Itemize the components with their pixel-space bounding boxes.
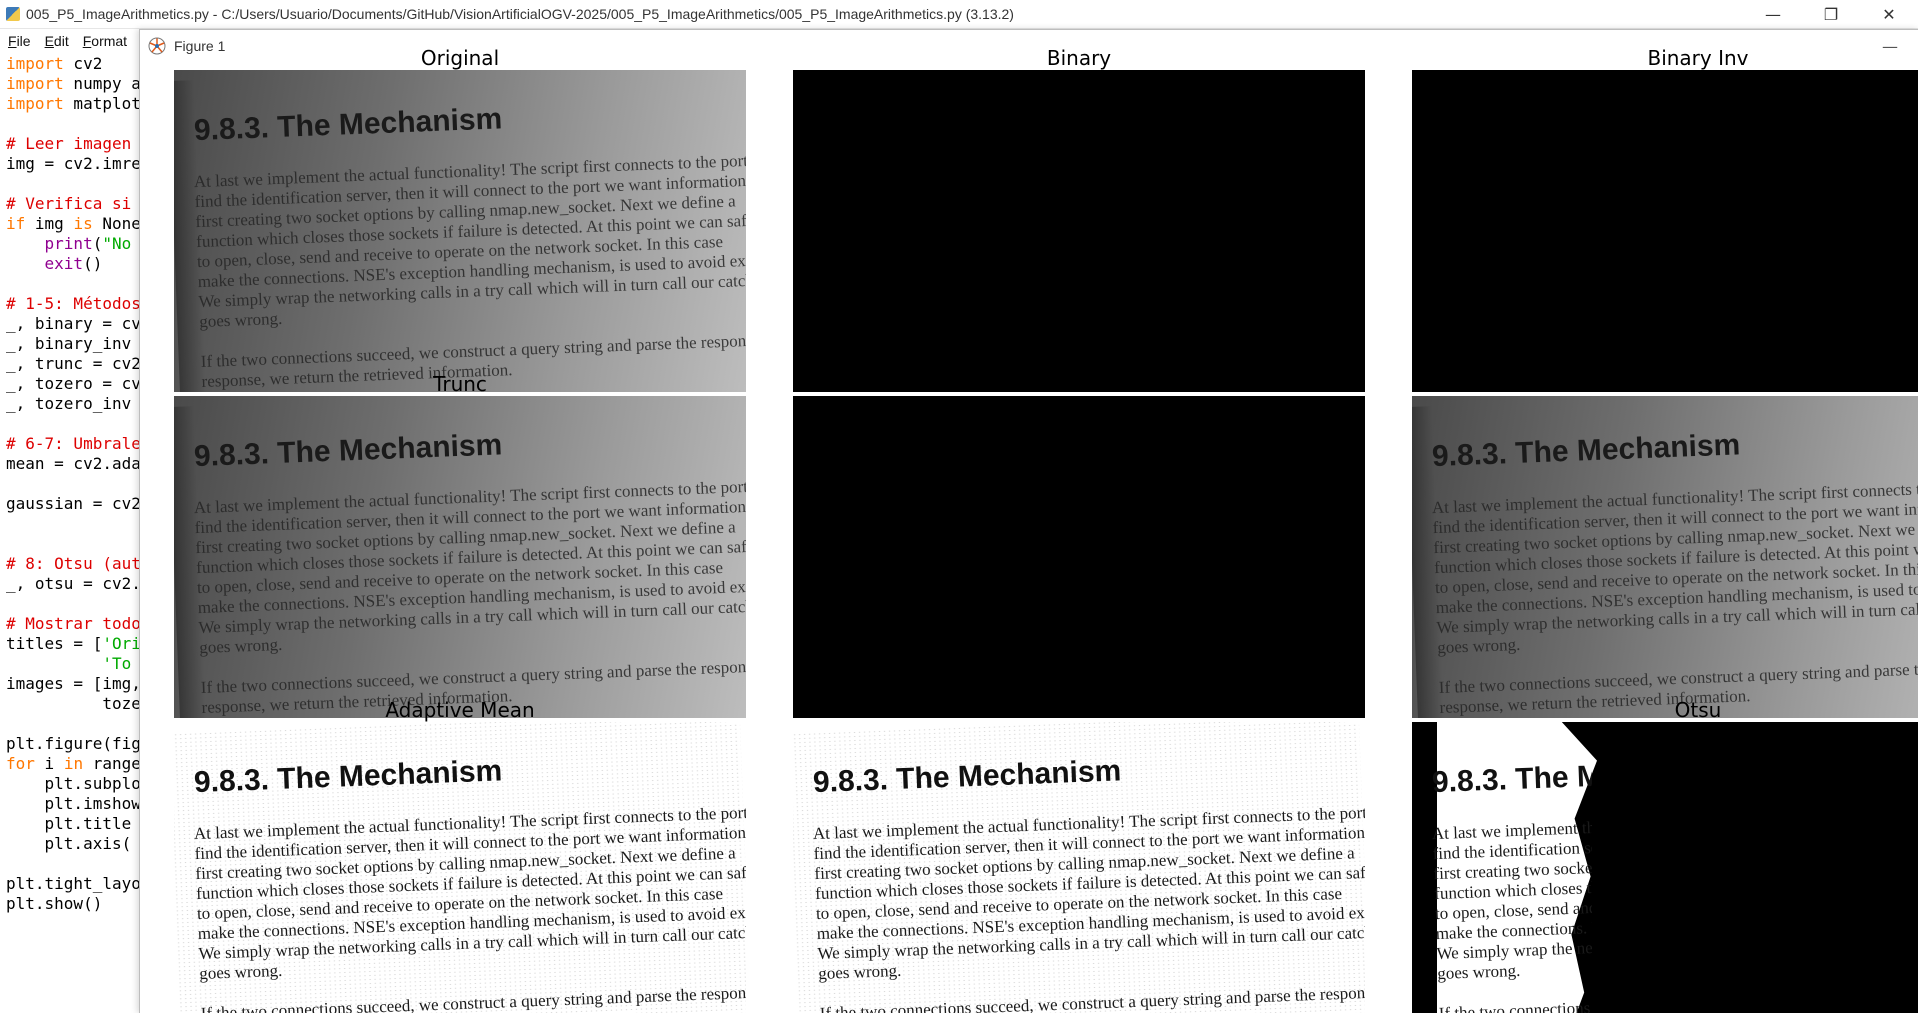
code-line: # 1-5: Métodos: [6, 294, 140, 313]
page-body-text: At last we implement the actual function…: [1432, 800, 1592, 1013]
page-text-block: 9.8.3. The Mechanism At last we implement…: [174, 70, 746, 392]
code-line: titles = ['Ori: [6, 634, 140, 653]
subplot-image: [793, 70, 1365, 392]
code-line: _, tozero = cv: [6, 374, 140, 393]
page-content: 9.8.3. The Mechanism At last we implement…: [1412, 396, 1918, 718]
subplot-image: [1412, 70, 1918, 392]
code-line: mean = cv2.ada: [6, 454, 140, 473]
subplot-image: 9.8.3. The Mechanism At last we implement…: [174, 70, 746, 392]
page-image: [793, 70, 1365, 392]
page-body-text: At last we implement the actual function…: [194, 474, 746, 718]
code-editor[interactable]: import cv2 import numpy a import matplot…: [0, 54, 140, 1012]
subplot-image: 9.8.3. The Mechanism At last we implement…: [174, 722, 746, 1013]
subplot-image: [793, 396, 1365, 718]
page-text-block: 9.8.3. The Mechanism At last we implement…: [174, 722, 746, 1013]
figure-window: Figure 1 — 9.8.3. The Mechanism At last w…: [139, 29, 1918, 1013]
code-line: # Mostrar todo: [6, 614, 140, 633]
threshold-noise: [174, 722, 746, 1013]
code-line: img = cv2.imre: [6, 154, 140, 173]
page-image: 9.8.3. The Mechanism At last we implement…: [174, 396, 746, 718]
page-body-text: At last we implement the actual function…: [194, 148, 746, 392]
subplot-title: Original: [420, 46, 500, 70]
minimize-button[interactable]: —: [1744, 0, 1802, 28]
subplot-title: Binary: [1046, 46, 1112, 70]
window-controls: — ❐ ✕: [1744, 0, 1918, 28]
page-heading: 9.8.3. The Mechanism: [1431, 754, 1592, 800]
code-line: plt.imshow: [6, 794, 140, 813]
subplot-title: Trunc: [433, 372, 487, 396]
code-line: _, binary_inv: [6, 334, 132, 353]
matplotlib-icon: [148, 37, 166, 55]
python-icon: [6, 7, 20, 21]
page-image: [793, 396, 1365, 718]
code-line: for i in range: [6, 754, 140, 773]
code-line: plt.axis(: [6, 834, 132, 853]
page-heading: 9.8.3. The Mechanism: [193, 102, 503, 148]
subplot-title: Binary Inv: [1647, 46, 1749, 70]
subplot-image: 9.8.3. The Mechanism At last we implement…: [793, 722, 1365, 1013]
page-text-block: 9.8.3. The Mechanism At last we implement…: [174, 396, 746, 718]
subplot-image: 9.8.3. The Mechanism At last we implement…: [1412, 722, 1918, 1013]
page-content: 9.8.3. The Mechanism At last we implement…: [174, 722, 746, 1013]
page-heading: 9.8.3. The Mechanism: [193, 428, 503, 474]
page-content: 9.8.3. The Mechanism At last we implement…: [1412, 722, 1592, 1013]
code-line: plt.figure(fig: [6, 734, 140, 753]
page-text-block: 9.8.3. The Mechanism At last we implement…: [793, 722, 1365, 1013]
page-content: 9.8.3. The Mechanism At last we implement…: [174, 70, 746, 392]
code-line: _, otsu = cv2.: [6, 574, 140, 593]
code-line: import cv2: [6, 54, 103, 73]
code-line: 'To: [102, 654, 132, 673]
subplot-image: 9.8.3. The Mechanism At last we implement…: [174, 396, 746, 718]
page-heading: 9.8.3. The Mechanism: [1431, 428, 1741, 474]
code-line: plt.show(): [6, 894, 103, 913]
editor-window-title: 005_P5_ImageArithmetics.py - C:/Users/Us…: [26, 6, 1014, 22]
page-image: 9.8.3. The Mechanism At last we implement…: [1412, 396, 1918, 718]
code-line: # Verifica si: [6, 194, 132, 213]
page-image: 9.8.3. The Mechanism At last we implement…: [174, 722, 746, 1013]
code-line: images = [img,: [6, 674, 140, 693]
code-line: gaussian = cv2: [6, 494, 140, 513]
page-content: 9.8.3. The Mechanism At last we implement…: [174, 396, 746, 718]
close-button[interactable]: ✕: [1860, 0, 1918, 28]
code-line: _, tozero_inv: [6, 394, 132, 413]
code-line: if img is None: [6, 214, 140, 233]
threshold-noise: [793, 722, 1365, 1013]
code-line: # Leer imagen: [6, 134, 132, 153]
menu-format[interactable]: Format: [83, 33, 127, 49]
page-text-block: 9.8.3. The Mechanism At last we implement…: [1412, 396, 1918, 718]
subplot-image: 9.8.3. The Mechanism At last we implement…: [1412, 396, 1918, 718]
code-line: print("No: [44, 234, 132, 253]
code-line: plt.title: [6, 814, 132, 833]
code-line: plt.subplo: [6, 774, 140, 793]
editor-titlebar: 005_P5_ImageArithmetics.py - C:/Users/Us…: [0, 0, 1918, 29]
page-body-text: At last we implement the actual function…: [1432, 474, 1918, 718]
code-line: plt.tight_layo: [6, 874, 140, 893]
menu-file[interactable]: File: [8, 33, 31, 49]
page-image: [1412, 70, 1918, 392]
code-line: # 6-7: Umbrale: [6, 434, 140, 453]
page-image: 9.8.3. The Mechanism At last we implement…: [1412, 722, 1918, 1013]
page-text-line: At last we implement the actual function…: [1431, 817, 1592, 844]
page-image: 9.8.3. The Mechanism At last we implement…: [793, 722, 1365, 1013]
menu-edit[interactable]: Edit: [45, 33, 69, 49]
restore-button[interactable]: ❐: [1802, 0, 1860, 28]
page-text-block: 9.8.3. The Mechanism At last we implement…: [1412, 722, 1592, 1013]
subplot-title: Adaptive Mean: [385, 698, 535, 722]
page-content: 9.8.3. The Mechanism At last we implement…: [793, 722, 1365, 1013]
code-line: import matplot: [6, 94, 140, 113]
code-line: exit(): [44, 254, 103, 273]
code-line: _, trunc = cv2: [6, 354, 140, 373]
subplot-title: Otsu: [1674, 698, 1722, 722]
code-line: toze: [6, 694, 140, 713]
page-image: 9.8.3. The Mechanism At last we implement…: [174, 70, 746, 392]
code-line: _, binary = cv: [6, 314, 140, 333]
code-line: # 8: Otsu (aut: [6, 554, 140, 573]
code-line: import numpy a: [6, 74, 140, 93]
